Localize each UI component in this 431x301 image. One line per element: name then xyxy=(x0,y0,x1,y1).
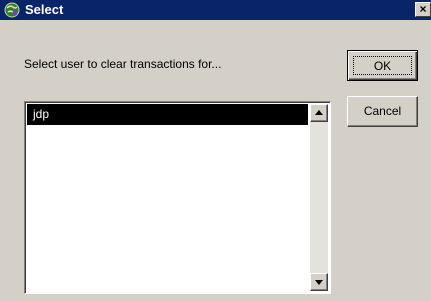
user-listbox[interactable]: jdp xyxy=(24,101,331,294)
window-title: Select xyxy=(25,2,64,17)
arrow-up-icon xyxy=(315,110,323,115)
cancel-button-label: Cancel xyxy=(363,104,402,118)
title-bar[interactable]: Select × xyxy=(0,0,431,20)
list-item[interactable]: jdp xyxy=(27,104,308,125)
select-dialog: Select × Select user to clear transactio… xyxy=(0,0,431,301)
scroll-up-button[interactable] xyxy=(310,104,328,122)
vertical-scrollbar[interactable] xyxy=(310,104,328,291)
ok-button-focus: OK xyxy=(353,56,412,75)
arrow-down-icon xyxy=(315,280,323,285)
ok-button-label: OK xyxy=(373,59,392,73)
close-button[interactable]: × xyxy=(415,2,431,17)
globe-icon xyxy=(4,2,20,18)
ok-button[interactable]: OK xyxy=(347,50,418,81)
list-item-label: jdp xyxy=(33,107,50,121)
close-icon: × xyxy=(419,2,427,16)
cancel-button[interactable]: Cancel xyxy=(347,96,418,127)
list-items: jdp xyxy=(27,104,308,291)
scroll-down-button[interactable] xyxy=(310,273,328,291)
prompt-label: Select user to clear transactions for... xyxy=(24,57,222,71)
